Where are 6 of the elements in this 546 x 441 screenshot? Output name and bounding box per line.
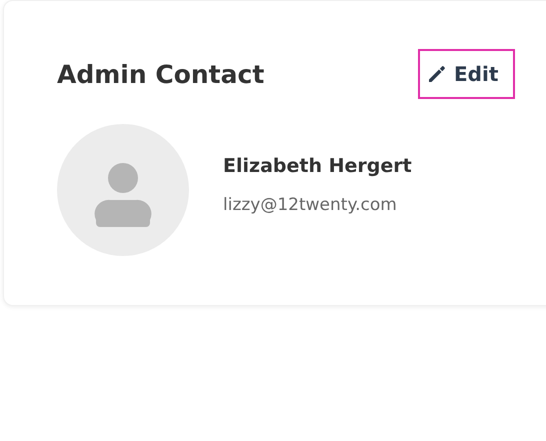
pencil-icon xyxy=(427,64,447,84)
contact-email: lizzy@12twenty.com xyxy=(223,195,398,215)
edit-button[interactable]: Edit xyxy=(418,49,515,99)
avatar-icon xyxy=(57,124,189,256)
contact-name: Elizabeth Hergert xyxy=(223,155,412,177)
card-title: Admin Contact xyxy=(57,60,264,88)
